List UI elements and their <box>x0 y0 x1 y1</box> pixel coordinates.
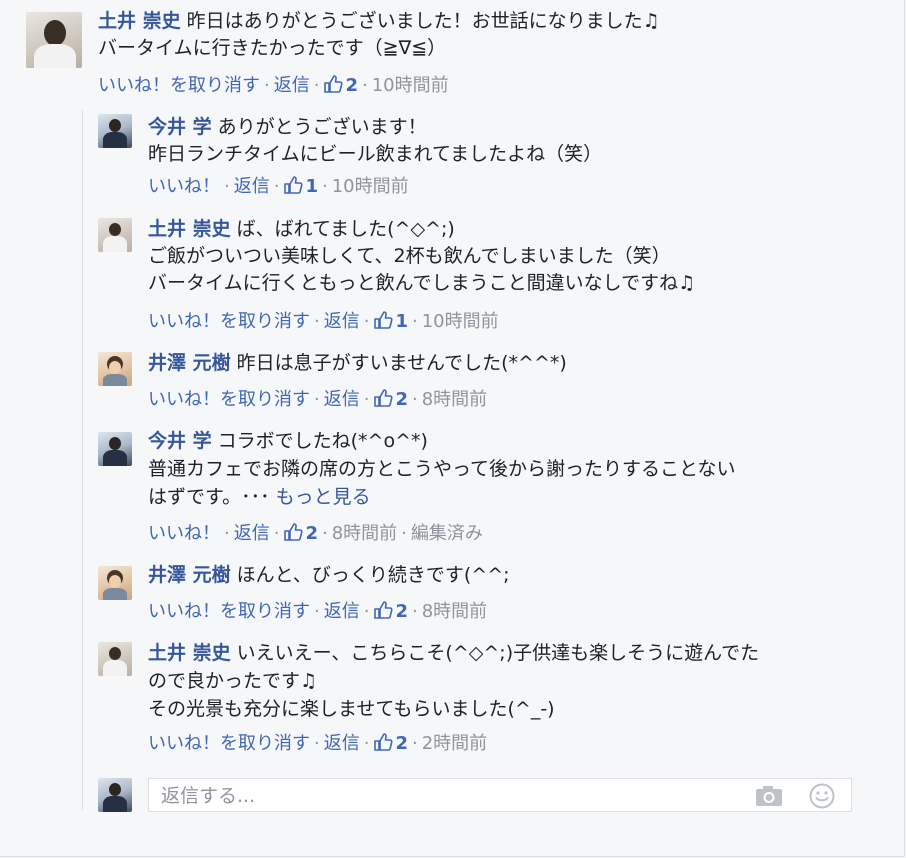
reply-link[interactable]: 返信 <box>324 733 360 754</box>
like-count-value: 2 <box>305 523 318 544</box>
comment-text: コラボでしたね(*^o^*) <box>217 430 428 452</box>
current-user-avatar[interactable] <box>98 778 132 812</box>
reply-link[interactable]: 返信 <box>234 523 270 544</box>
comment-text: 昨日は息子がすいませんでした(*^^*) <box>236 352 567 374</box>
thumbs-up-icon <box>374 389 394 407</box>
comment-author[interactable]: 今井 学 <box>148 430 212 452</box>
comment-author[interactable]: 井澤 元樹 <box>148 564 231 586</box>
reply-input[interactable] <box>159 781 743 811</box>
like-count[interactable]: 2 <box>323 75 358 96</box>
like-count[interactable]: 2 <box>373 601 408 622</box>
like-count[interactable]: 1 <box>373 311 408 332</box>
comment-text: ば、ばれてました(^◇^;) <box>236 218 455 240</box>
comment-text: ありがとうございます！ <box>217 116 427 138</box>
timestamp[interactable]: 8時間前 <box>422 601 487 622</box>
unlike-link[interactable]: いいね！を取り消す <box>148 733 310 754</box>
camera-icon[interactable] <box>755 785 783 807</box>
avatar[interactable] <box>98 566 132 600</box>
avatar[interactable] <box>98 432 132 466</box>
comment-text: ので良かったです♫ <box>148 670 318 692</box>
unlike-link[interactable]: いいね！を取り消す <box>98 75 260 96</box>
timestamp[interactable]: 2時間前 <box>422 733 487 754</box>
reply-thread-line <box>82 110 83 810</box>
comment-text: 普通カフェでお隣の席の方とこうやって後から謝ったりすることない <box>148 458 736 480</box>
avatar[interactable] <box>98 642 132 676</box>
reply-link[interactable]: 返信 <box>324 389 360 410</box>
comment-text: ご飯がついつい美味しくて、2杯も飲んでしまいました（笑） <box>148 245 671 267</box>
like-count-value: 1 <box>395 311 408 332</box>
comment-text: ほんと、びっくり続きです(^^; <box>236 564 510 586</box>
like-count-value: 2 <box>395 601 408 622</box>
like-count-value: 2 <box>395 389 408 410</box>
like-count[interactable]: 2 <box>283 523 318 544</box>
edited-label[interactable]: 編集済み <box>411 523 483 544</box>
like-count-value: 1 <box>305 176 318 197</box>
comment-author[interactable]: 土井 崇史 <box>148 642 231 664</box>
thumbs-up-icon <box>284 176 304 194</box>
avatar[interactable] <box>98 218 132 252</box>
avatar[interactable] <box>98 352 132 386</box>
reply-link[interactable]: 返信 <box>234 176 270 197</box>
timestamp[interactable]: 8時間前 <box>422 389 487 410</box>
timestamp[interactable]: 10時間前 <box>332 176 409 197</box>
unlike-link[interactable]: いいね！を取り消す <box>148 601 310 622</box>
thumbs-up-icon <box>374 601 394 619</box>
comment-text: いえいえー、こちらこそ(^◇^;)子供達も楽しそうに遊んでた <box>236 642 760 664</box>
like-count-value: 2 <box>395 733 408 754</box>
comment-text: はずです。･･･ <box>148 486 270 508</box>
comment-author[interactable]: 土井 崇史 <box>98 10 181 32</box>
like-count-value: 2 <box>345 75 358 96</box>
reply-link[interactable]: 返信 <box>324 311 360 332</box>
timestamp[interactable]: 8時間前 <box>332 523 397 544</box>
comment-author[interactable]: 土井 崇史 <box>148 218 231 240</box>
thumbs-up-icon <box>374 733 394 751</box>
comment-text: バータイムに行くともっと飲んでしまうこと間違いなしですね♫ <box>148 272 696 294</box>
comment-text: 昨日はありがとうございました！お世話になりました♫ <box>186 10 660 32</box>
timestamp[interactable]: 10時間前 <box>422 311 499 332</box>
like-count[interactable]: 1 <box>283 176 318 197</box>
avatar[interactable] <box>26 12 82 68</box>
smiley-icon[interactable] <box>809 783 835 809</box>
like-count[interactable]: 2 <box>373 389 408 410</box>
like-link[interactable]: いいね！ <box>148 176 220 197</box>
see-more-link[interactable]: もっと見る <box>276 486 371 508</box>
comment-text: その光景も充分に楽しませてもらいました(^_-) <box>148 698 555 720</box>
reply-box[interactable] <box>148 778 852 812</box>
like-count[interactable]: 2 <box>373 733 408 754</box>
comment-text: バータイムに行きたかったです（≧∇≦） <box>98 37 447 59</box>
comment-author[interactable]: 井澤 元樹 <box>148 352 231 374</box>
unlike-link[interactable]: いいね！を取り消す <box>148 389 310 410</box>
comment-author[interactable]: 今井 学 <box>148 116 212 138</box>
avatar[interactable] <box>98 114 132 148</box>
unlike-link[interactable]: いいね！を取り消す <box>148 311 310 332</box>
thumbs-up-icon <box>324 75 344 93</box>
thumbs-up-icon <box>284 523 304 541</box>
like-link[interactable]: いいね！ <box>148 523 220 544</box>
timestamp[interactable]: 10時間前 <box>372 75 449 96</box>
comment-thread: 土井 崇史 昨日はありがとうございました！お世話になりました♫ バータイムに行きた… <box>0 0 905 857</box>
reply-link[interactable]: 返信 <box>274 75 310 96</box>
comment-text: 昨日ランチタイムにビール飲まれてましたよね（笑） <box>148 143 603 165</box>
thumbs-up-icon <box>374 311 394 329</box>
reply-link[interactable]: 返信 <box>324 601 360 622</box>
